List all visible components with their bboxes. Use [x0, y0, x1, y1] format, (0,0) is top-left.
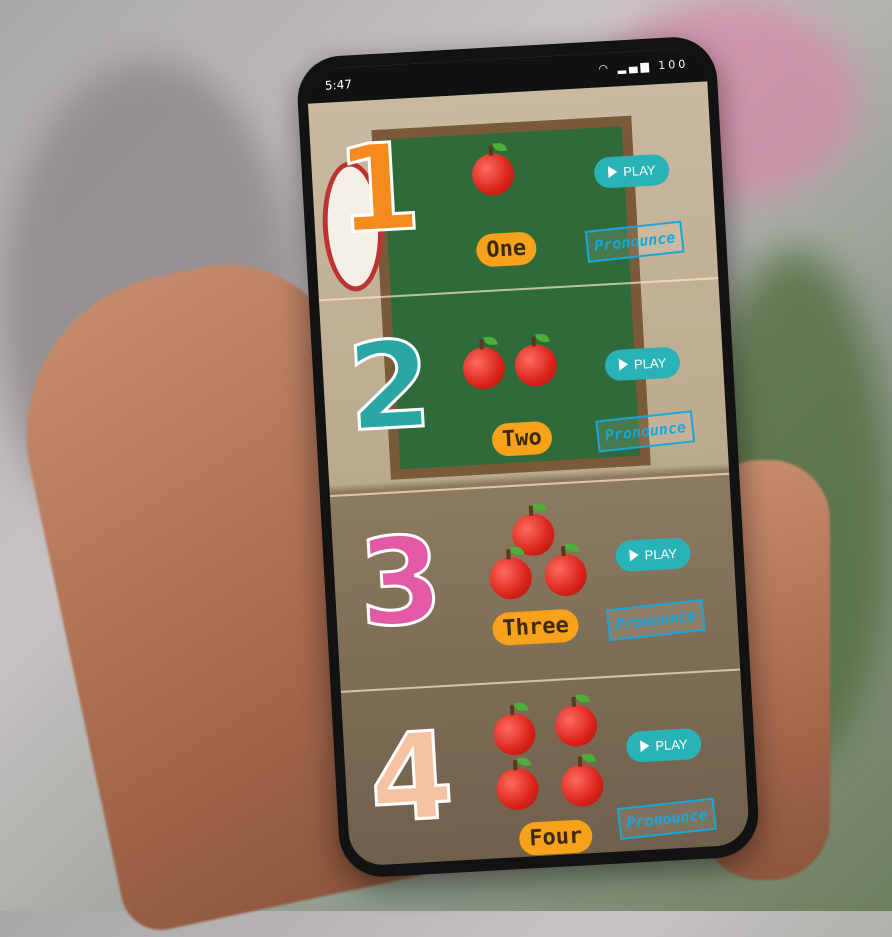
play-button-four[interactable]: PLAY — [625, 727, 703, 763]
play-icon — [618, 358, 629, 371]
apple-icon — [495, 766, 540, 812]
play-icon — [639, 739, 650, 753]
apple-icon — [543, 552, 588, 598]
play-button-two[interactable]: PLAY — [604, 346, 682, 382]
pronounce-button-three[interactable]: Pronounce — [605, 598, 707, 642]
numeral-4: 4 — [364, 705, 458, 851]
apple-icon — [513, 343, 559, 388]
word-label-four: Four — [518, 819, 594, 857]
apple-icon — [492, 712, 537, 757]
status-time: 5:47 — [324, 77, 353, 93]
number-row-3: 3 Three PLAY Pronounce — [330, 475, 740, 692]
word-label-two: Two — [491, 420, 553, 457]
number-row-4: 4 Four PLAY Pronounce — [341, 670, 750, 866]
numeral-1: 1 — [332, 116, 426, 262]
pronounce-button-four[interactable]: Pronounce — [616, 797, 718, 840]
play-icon — [629, 548, 639, 562]
word-label-three: Three — [491, 608, 580, 647]
classroom-background: 1 One PLAY Pronounce 2 Two PLAY Pronounc… — [307, 81, 750, 867]
status-icons: ◠ ▂▄▆ 100 — [598, 57, 689, 75]
apple-icon — [488, 556, 533, 601]
number-row-2: 2 Two PLAY Pronounce — [319, 279, 729, 496]
play-icon — [607, 165, 618, 179]
word-label-one: One — [475, 231, 538, 268]
apple-icon — [553, 703, 599, 748]
pronounce-button-one[interactable]: Pronounce — [584, 220, 685, 263]
pronounce-button-two[interactable]: Pronounce — [595, 410, 696, 453]
apple-icon — [471, 152, 516, 197]
battery-icon: 100 — [657, 57, 689, 73]
phone-device: 5:47 ◠ ▂▄▆ 100 1 One PLAY Pronounce 2 Tw… — [295, 34, 761, 880]
play-button-one[interactable]: PLAY — [593, 153, 671, 189]
apple-icon — [461, 346, 507, 391]
numeral-2: 2 — [343, 314, 437, 460]
signal-icon: ▂▄▆ — [617, 59, 653, 75]
number-row-1: 1 One PLAY Pronounce — [308, 81, 718, 298]
numeral-3: 3 — [354, 510, 448, 656]
apple-icon — [560, 763, 605, 808]
phone-screen: 5:47 ◠ ▂▄▆ 100 1 One PLAY Pronounce 2 Tw… — [306, 47, 750, 867]
play-button-three[interactable]: PLAY — [614, 537, 692, 573]
wifi-icon: ◠ — [598, 61, 612, 76]
